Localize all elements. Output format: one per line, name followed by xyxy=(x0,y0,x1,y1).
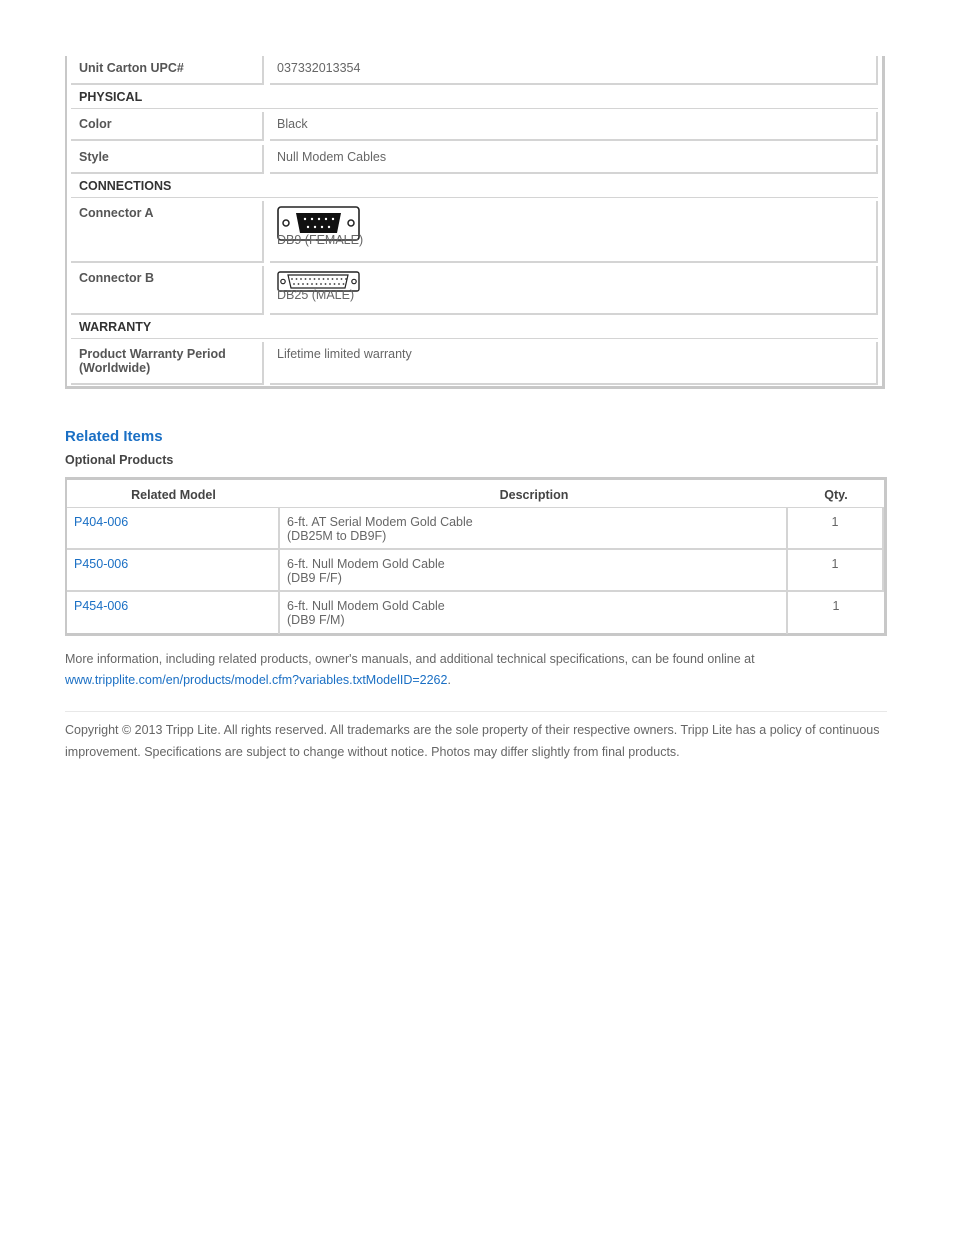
footer-divider xyxy=(65,711,887,712)
description-line: 6-ft. Null Modem Gold Cable xyxy=(287,557,445,571)
related-products-table: Related Model Description Qty. P404-006 … xyxy=(65,477,887,636)
more-info-suffix: . xyxy=(447,673,451,687)
table-row-description-cell: 6-ft. AT Serial Modem Gold Cable (DB25M … xyxy=(280,508,788,550)
description-line: (DB25M to DB9F) xyxy=(287,529,387,543)
section-heading-warranty: WARRANTY xyxy=(71,315,878,339)
spec-value-upc: 037332013354 xyxy=(270,56,878,85)
connector-b-caption: DB25 (MALE) xyxy=(277,288,355,302)
description-line: (DB9 F/M) xyxy=(287,613,345,627)
table-row-model-cell: P454-006 xyxy=(67,592,280,634)
table-row-qty-cell: 1 xyxy=(788,508,884,550)
product-page-link[interactable]: www.tripplite.com/en/products/model.cfm?… xyxy=(65,673,447,687)
description-line: 6-ft. Null Modem Gold Cable xyxy=(287,599,445,613)
model-link-p404-006[interactable]: P404-006 xyxy=(74,515,128,529)
spec-value-style: Null Modem Cables xyxy=(270,145,878,174)
copyright-notice: Copyright © 2013 Tripp Lite. All rights … xyxy=(65,723,880,759)
model-link-p454-006[interactable]: P454-006 xyxy=(74,599,128,613)
spec-row-style: Style Null Modem Cables xyxy=(71,145,878,174)
table-row-model-cell: P404-006 xyxy=(67,508,280,550)
table-row-description-cell: 6-ft. Null Modem Gold Cable (DB9 F/F) xyxy=(280,550,788,592)
spec-label-upc: Unit Carton UPC# xyxy=(71,56,264,85)
spec-value-connector-a: DB9 (FEMALE) xyxy=(270,201,878,263)
more-info-paragraph: More information, including related prod… xyxy=(65,649,895,691)
optional-products-title: Optional Products xyxy=(65,453,174,467)
connector-a-caption: DB9 (FEMALE) xyxy=(277,233,364,247)
spec-label-connector-b: Connector B xyxy=(71,266,264,315)
spec-label-warranty: Product Warranty Period (Worldwide) xyxy=(71,342,264,385)
column-header-model: Related Model xyxy=(67,480,280,508)
column-header-qty: Qty. xyxy=(788,480,884,508)
table-row-qty-cell: 1 xyxy=(788,550,884,592)
table-row-description-cell: 6-ft. Null Modem Gold Cable (DB9 F/M) xyxy=(280,592,788,634)
description-line: 6-ft. AT Serial Modem Gold Cable xyxy=(287,515,473,529)
model-link-p450-006[interactable]: P450-006 xyxy=(74,557,128,571)
spec-value-color: Black xyxy=(270,112,878,141)
spec-row-connector-b: Connector B DB25 (MALE) xyxy=(71,266,878,315)
spec-value-warranty: Lifetime limited warranty xyxy=(270,342,878,385)
spec-row-connector-a: Connector A DB9 (FEMALE) xyxy=(71,201,878,263)
spec-row-color: Color Black xyxy=(71,112,878,141)
spec-value-connector-b: DB25 (MALE) xyxy=(270,266,878,315)
description-line: (DB9 F/F) xyxy=(287,571,342,585)
spec-row-warranty: Product Warranty Period (Worldwide) Life… xyxy=(71,342,878,385)
spec-row-upc: Unit Carton UPC# 037332013354 xyxy=(71,56,878,85)
related-items-title: Related Items xyxy=(65,428,163,445)
section-heading-physical: PHYSICAL xyxy=(71,85,878,109)
column-header-description: Description xyxy=(280,480,788,508)
spec-label-style: Style xyxy=(71,145,264,174)
more-info-text: More information, including related prod… xyxy=(65,652,755,666)
table-row-model-cell: P450-006 xyxy=(67,550,280,592)
spec-label-connector-a: Connector A xyxy=(71,201,264,263)
section-heading-connections: CONNECTIONS xyxy=(71,174,878,198)
table-row-qty-cell: 1 xyxy=(832,599,840,613)
spec-label-color: Color xyxy=(71,112,264,141)
specifications-table: Unit Carton UPC# 037332013354 PHYSICAL C… xyxy=(65,56,885,389)
